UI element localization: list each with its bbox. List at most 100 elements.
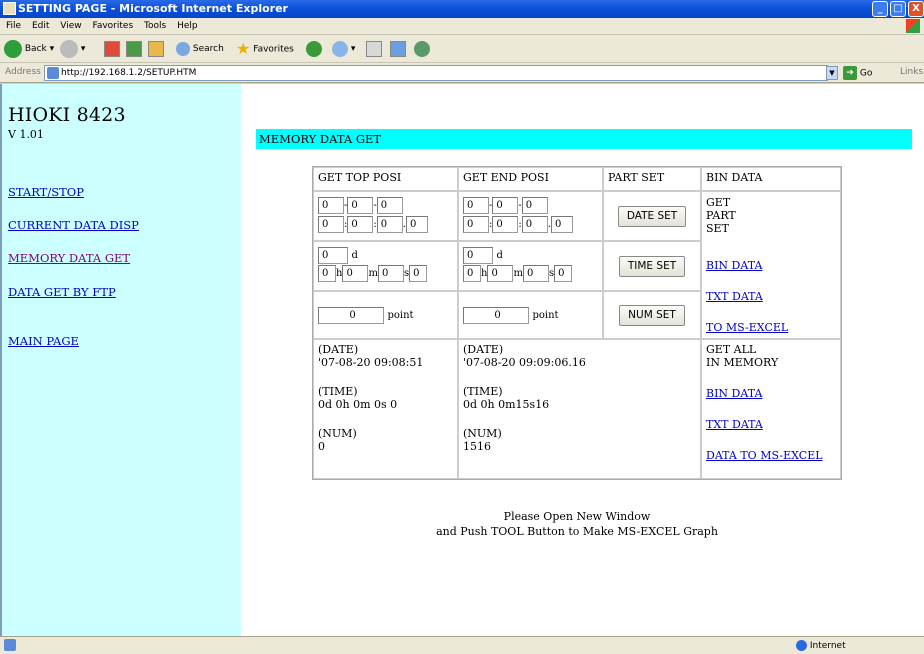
top-minute-input[interactable]: 0: [347, 216, 374, 233]
end-days-input[interactable]: 0: [463, 247, 493, 264]
end-time-label: (TIME): [463, 385, 503, 398]
end-time-cell: 0 d 0h0m0s0: [458, 241, 603, 291]
page-icon: [47, 67, 59, 79]
star-icon: ★: [236, 39, 251, 58]
top-num-label: (NUM): [318, 427, 357, 440]
end-centisecond-input[interactable]: 0: [550, 216, 573, 233]
end-num-label: (NUM): [463, 427, 502, 440]
top-time-value: 0d 0h 0m 0s 0: [318, 398, 398, 411]
links-button[interactable]: Links: [900, 67, 923, 77]
nav-start-stop[interactable]: START/STOP: [8, 185, 84, 199]
end-date-label: (DATE): [463, 343, 504, 356]
end-year-input[interactable]: 0: [463, 197, 489, 214]
part-line-set: SET: [706, 222, 729, 235]
search-button[interactable]: Search: [176, 39, 224, 59]
date-set-cell: DATE SET: [603, 191, 701, 241]
top-minutes-input[interactable]: 0: [342, 265, 369, 282]
ie-page-icon: [3, 2, 16, 15]
top-date-cell: 0-0-0 0:0:0.0: [313, 191, 458, 241]
time-set-button[interactable]: TIME SET: [618, 255, 686, 277]
all-txt-data-link[interactable]: TXT DATA: [706, 418, 763, 431]
note-line-1: Please Open New Window: [503, 510, 651, 523]
part-set-cell: GET PART SET BIN DATA TXT DATA TO MS-EXC…: [701, 191, 841, 339]
top-second-input[interactable]: 0: [376, 216, 403, 233]
go-button[interactable]: ➜ Go: [843, 66, 872, 80]
print-button[interactable]: [366, 39, 382, 59]
messenger-icon: [414, 40, 430, 57]
minimize-button[interactable]: _: [872, 1, 888, 17]
end-minutes-input[interactable]: 0: [487, 265, 514, 282]
globe-icon: [796, 640, 807, 651]
nav-current-data-disp[interactable]: CURRENT DATA DISP: [8, 218, 139, 232]
menu-edit[interactable]: Edit: [32, 21, 49, 31]
address-field[interactable]: http://192.168.1.2/SETUP.HTM: [44, 65, 828, 81]
part-to-ms-excel-link[interactable]: TO MS-EXCEL: [706, 321, 788, 334]
close-button[interactable]: X: [908, 1, 924, 17]
menu-view[interactable]: View: [60, 21, 81, 31]
get-all-line-1: GET ALL: [706, 343, 757, 356]
top-day-input[interactable]: 0: [376, 197, 403, 214]
num-set-cell: NUM SET: [603, 291, 701, 339]
forward-button[interactable]: ▾: [60, 39, 85, 59]
edit-icon: [390, 40, 406, 57]
section-header: MEMORY DATA GET: [256, 129, 912, 149]
time-set-cell: TIME SET: [603, 241, 701, 291]
top-hours-input[interactable]: 0: [318, 265, 336, 282]
favorites-button[interactable]: ★ Favorites: [236, 39, 294, 59]
window-title: SETTING PAGE - Microsoft Internet Explor…: [18, 2, 288, 15]
forward-arrow-icon: [60, 39, 78, 58]
end-hour-input[interactable]: 0: [463, 216, 489, 233]
nav-data-get-by-ftp[interactable]: DATA GET BY FTP: [8, 285, 116, 299]
end-day-input[interactable]: 0: [521, 197, 548, 214]
menu-favorites[interactable]: Favorites: [92, 21, 133, 31]
brand-title: HIOKI 8423: [8, 104, 126, 126]
address-dropdown-button[interactable]: ▼: [826, 66, 838, 80]
all-bin-data-link[interactable]: BIN DATA: [706, 387, 762, 400]
end-time-value: 0d 0h 0m15s16: [463, 398, 550, 411]
menu-help[interactable]: Help: [177, 21, 198, 31]
part-txt-data-link[interactable]: TXT DATA: [706, 290, 763, 303]
home-button[interactable]: [148, 39, 164, 59]
end-date-value: '07-08-20 09:09:06.16: [463, 356, 586, 369]
mail-icon: [332, 40, 348, 57]
top-point-input[interactable]: 0: [318, 306, 384, 324]
part-bin-data-link[interactable]: BIN DATA: [706, 259, 762, 272]
top-month-input[interactable]: 0: [347, 197, 374, 214]
top-year-input[interactable]: 0: [318, 197, 344, 214]
nav-main-page[interactable]: MAIN PAGE: [8, 334, 79, 348]
sidebar: HIOKI 8423 V 1.01 START/STOP CURRENT DAT…: [2, 84, 241, 636]
history-button[interactable]: [306, 39, 322, 59]
nav-memory-data-get[interactable]: MEMORY DATA GET: [8, 251, 130, 265]
note-line-2: and Push TOOL Button to Make MS-EXCEL Gr…: [436, 525, 718, 538]
top-days-input[interactable]: 0: [318, 247, 348, 264]
page-content: HIOKI 8423 V 1.01 START/STOP CURRENT DAT…: [0, 84, 924, 636]
end-point-input[interactable]: 0: [463, 306, 529, 324]
menu-tools[interactable]: Tools: [144, 21, 166, 31]
end-hours-input[interactable]: 0: [463, 265, 481, 282]
end-minute-input[interactable]: 0: [492, 216, 519, 233]
top-hour-input[interactable]: 0: [318, 216, 344, 233]
search-icon: [176, 41, 190, 56]
address-bar: Address http://192.168.1.2/SETUP.HTM ▼ ➜…: [0, 63, 924, 83]
top-seconds-input[interactable]: 0: [377, 265, 404, 282]
end-month-input[interactable]: 0: [492, 197, 519, 214]
refresh-button[interactable]: [126, 39, 142, 59]
num-set-button[interactable]: NUM SET: [619, 304, 685, 326]
back-button[interactable]: Back ▾: [4, 39, 54, 59]
go-arrow-icon: ➜: [843, 66, 857, 80]
top-centisecond-input[interactable]: 0: [405, 216, 428, 233]
all-data-to-ms-excel-link[interactable]: DATA TO MS-EXCEL: [706, 449, 823, 462]
edit-button[interactable]: [390, 39, 406, 59]
end-seconds-input[interactable]: 0: [522, 265, 549, 282]
address-label: Address: [5, 67, 41, 77]
top-subsec-input[interactable]: 0: [409, 265, 428, 282]
date-set-button[interactable]: DATE SET: [617, 205, 687, 227]
end-subsec-input[interactable]: 0: [554, 265, 573, 282]
stop-button[interactable]: [104, 39, 120, 59]
maximize-button[interactable]: □: [890, 1, 906, 17]
end-second-input[interactable]: 0: [521, 216, 548, 233]
menu-file[interactable]: File: [6, 21, 21, 31]
menu-bar: File Edit View Favorites Tools Help: [0, 18, 924, 35]
messenger-button[interactable]: [414, 39, 430, 59]
mail-button[interactable]: ▾: [332, 39, 355, 59]
